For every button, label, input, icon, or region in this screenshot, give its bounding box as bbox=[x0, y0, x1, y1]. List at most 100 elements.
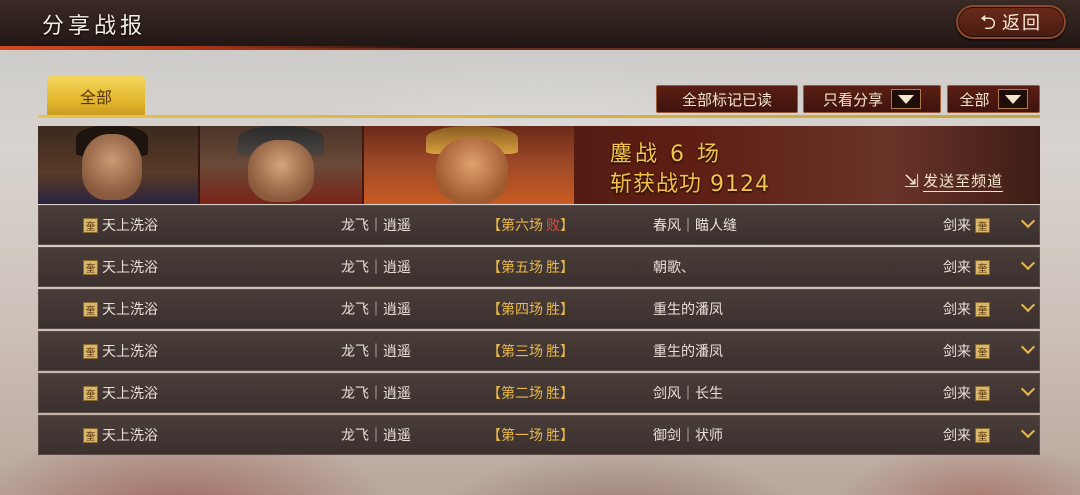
opponent-name: 御剑｜状师 bbox=[653, 428, 723, 444]
general-portrait-3 bbox=[364, 126, 574, 204]
opponent-server-name: 剑来 bbox=[943, 386, 971, 402]
team-name: 龙飞｜逍遥 bbox=[341, 260, 411, 276]
chevron-down-icon[interactable] bbox=[1020, 381, 1036, 397]
server-badge-icon: 奎 bbox=[83, 343, 98, 359]
back-arrow-icon: ⮌ bbox=[979, 10, 999, 34]
send-to-channel-label: 发送至频道 bbox=[923, 172, 1004, 192]
opponent-server: 剑来奎 bbox=[943, 416, 990, 454]
round-number: 【第五场 bbox=[487, 260, 543, 276]
server-badge-icon: 奎 bbox=[975, 301, 990, 317]
opponent-server-name: 剑来 bbox=[943, 302, 971, 318]
round-close: 】 bbox=[560, 344, 574, 360]
team-name: 龙飞｜逍遥 bbox=[341, 386, 411, 402]
only-shared-label: 只看分享 bbox=[822, 90, 883, 109]
player-name: 天上洗浴 bbox=[102, 428, 158, 444]
round-number: 【第四场 bbox=[487, 302, 543, 318]
player-name: 天上洗浴 bbox=[102, 386, 158, 402]
server-badge-icon: 奎 bbox=[83, 217, 98, 233]
chevron-down-icon[interactable] bbox=[1020, 213, 1036, 229]
round-number: 【第二场 bbox=[487, 386, 543, 402]
opponent-server-name: 剑来 bbox=[943, 428, 971, 444]
scope-dropdown[interactable]: 全部 bbox=[947, 85, 1040, 113]
server-badge-icon: 奎 bbox=[975, 427, 990, 443]
server-badge-icon: 奎 bbox=[975, 343, 990, 359]
battle-row[interactable]: 奎天上洗浴 龙飞｜逍遥 【第五场胜】朝歌、 剑来奎 bbox=[38, 247, 1040, 287]
team-name: 龙飞｜逍遥 bbox=[341, 344, 411, 360]
export-icon: ⇲ bbox=[904, 170, 920, 192]
round-close: 】 bbox=[560, 302, 574, 318]
round-close: 】 bbox=[560, 428, 574, 444]
mark-all-read-button[interactable]: 全部标记已读 bbox=[656, 85, 798, 113]
round-result: 胜 bbox=[546, 428, 560, 444]
round-label: 【第六场败】 bbox=[487, 206, 574, 244]
header-accent-line bbox=[0, 46, 420, 50]
dropdown-arrow-icon bbox=[891, 89, 921, 109]
battle-list: 奎天上洗浴 龙飞｜逍遥 【第六场败】春风｜瞄人缝 剑来奎奎天上洗浴 龙飞｜逍遥 【第五场胜… bbox=[38, 205, 1040, 457]
opponent-server: 剑来奎 bbox=[943, 374, 990, 412]
battle-row[interactable]: 奎天上洗浴 龙飞｜逍遥 【第四场胜】重生的潘凤 剑来奎 bbox=[38, 289, 1040, 329]
summary-banner: 鏖战 6 场 斩获战功 9124 ⇲ 发送至频道 bbox=[38, 126, 1040, 204]
server-badge-icon: 奎 bbox=[975, 385, 990, 401]
opponent-server-name: 剑来 bbox=[943, 344, 971, 360]
opponent-server-name: 剑来 bbox=[943, 260, 971, 276]
send-to-channel-button[interactable]: ⇲ 发送至频道 bbox=[904, 170, 1004, 192]
round-close: 】 bbox=[560, 218, 574, 234]
scope-label: 全部 bbox=[959, 90, 990, 109]
player-cell: 奎天上洗浴 bbox=[83, 206, 158, 244]
round-number: 【第一场 bbox=[487, 428, 543, 444]
tab-all[interactable]: 全部 bbox=[47, 76, 145, 116]
round-label: 【第四场胜】 bbox=[487, 290, 574, 328]
player-name: 天上洗浴 bbox=[102, 302, 158, 318]
round-result: 胜 bbox=[546, 260, 560, 276]
team-name: 龙飞｜逍遥 bbox=[341, 428, 411, 444]
player-cell: 奎天上洗浴 bbox=[83, 332, 158, 370]
player-cell: 奎天上洗浴 bbox=[83, 416, 158, 454]
round-close: 】 bbox=[560, 386, 574, 402]
player-name: 天上洗浴 bbox=[102, 218, 158, 234]
round-result: 败 bbox=[546, 218, 560, 234]
player-name: 天上洗浴 bbox=[102, 260, 158, 276]
opponent-name: 剑风｜长生 bbox=[653, 386, 723, 402]
player-cell: 奎天上洗浴 bbox=[83, 248, 158, 286]
opponent-name: 重生的潘凤 bbox=[653, 302, 723, 318]
page-title: 分享战报 bbox=[42, 14, 147, 39]
server-badge-icon: 奎 bbox=[975, 259, 990, 275]
player-name: 天上洗浴 bbox=[102, 344, 158, 360]
dropdown-arrow-icon bbox=[997, 89, 1028, 109]
battle-count: 鏖战 6 场 bbox=[610, 142, 722, 167]
battle-row[interactable]: 奎天上洗浴 龙飞｜逍遥 【第六场败】春风｜瞄人缝 剑来奎 bbox=[38, 205, 1040, 245]
opponent-name: 春风｜瞄人缝 bbox=[653, 218, 737, 234]
opponent-server: 剑来奎 bbox=[943, 332, 990, 370]
server-badge-icon: 奎 bbox=[83, 427, 98, 443]
round-label: 【第一场胜】 bbox=[487, 416, 574, 454]
chevron-down-icon[interactable] bbox=[1020, 339, 1036, 355]
tab-underline bbox=[38, 115, 1040, 118]
round-number: 【第三场 bbox=[487, 344, 543, 360]
opponent-server: 剑来奎 bbox=[943, 206, 990, 244]
general-portrait-2 bbox=[200, 126, 362, 204]
battle-row[interactable]: 奎天上洗浴 龙飞｜逍遥 【第三场胜】重生的潘凤 剑来奎 bbox=[38, 331, 1040, 371]
chevron-down-icon[interactable] bbox=[1020, 297, 1036, 313]
round-result: 胜 bbox=[546, 302, 560, 318]
merit-total: 斩获战功 9124 bbox=[610, 172, 770, 197]
player-cell: 奎天上洗浴 bbox=[83, 374, 158, 412]
team-name: 龙飞｜逍遥 bbox=[341, 218, 411, 234]
server-badge-icon: 奎 bbox=[83, 301, 98, 317]
back-button[interactable]: ⮌ 返回 bbox=[956, 5, 1066, 39]
round-result: 胜 bbox=[546, 344, 560, 360]
round-result: 胜 bbox=[546, 386, 560, 402]
battle-row[interactable]: 奎天上洗浴 龙飞｜逍遥 【第一场胜】御剑｜状师 剑来奎 bbox=[38, 415, 1040, 455]
opponent-name: 重生的潘凤 bbox=[653, 344, 723, 360]
battle-row[interactable]: 奎天上洗浴 龙飞｜逍遥 【第二场胜】剑风｜长生 剑来奎 bbox=[38, 373, 1040, 413]
team-name: 龙飞｜逍遥 bbox=[341, 302, 411, 318]
chevron-down-icon[interactable] bbox=[1020, 255, 1036, 271]
round-close: 】 bbox=[560, 260, 574, 276]
round-label: 【第二场胜】 bbox=[487, 374, 574, 412]
opponent-server: 剑来奎 bbox=[943, 248, 990, 286]
chevron-down-icon[interactable] bbox=[1020, 423, 1036, 439]
back-button-label: 返回 bbox=[1002, 13, 1043, 34]
only-shared-dropdown[interactable]: 只看分享 bbox=[803, 85, 941, 113]
opponent-server-name: 剑来 bbox=[943, 218, 971, 234]
round-number: 【第六场 bbox=[487, 218, 543, 234]
opponent-server: 剑来奎 bbox=[943, 290, 990, 328]
